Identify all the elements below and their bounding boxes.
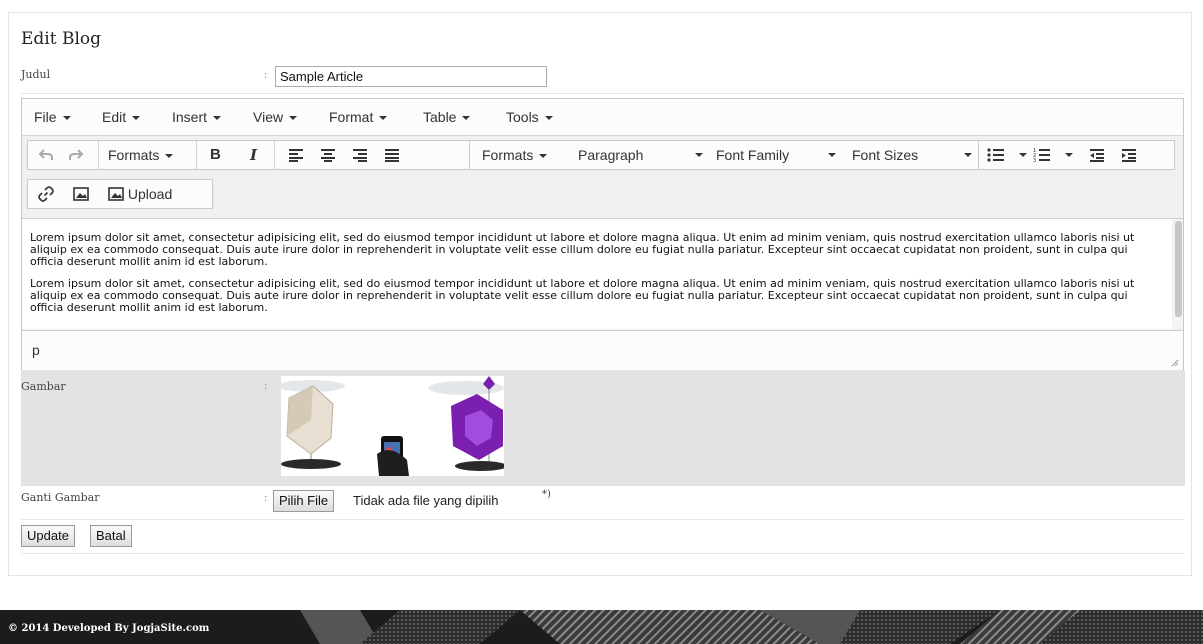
align-left-icon xyxy=(289,149,303,162)
ganti-gambar-label: Ganti Gambar xyxy=(21,491,100,504)
italic-button[interactable]: I xyxy=(250,141,257,169)
page-title: Edit Blog xyxy=(21,29,102,49)
divider xyxy=(21,553,1185,554)
menu-insert[interactable]: Insert xyxy=(172,109,222,125)
gambar-label: Gambar xyxy=(21,380,66,393)
update-button[interactable]: Update xyxy=(21,525,75,547)
bold-button[interactable]: B xyxy=(210,141,221,169)
required-note: *) xyxy=(542,489,551,500)
caret-down-icon xyxy=(1019,153,1027,157)
separator xyxy=(98,141,99,169)
redo-icon xyxy=(69,149,84,160)
caret-down-icon xyxy=(289,116,298,121)
caret-down-icon xyxy=(695,153,703,157)
resize-handle-icon[interactable] xyxy=(1171,359,1179,367)
judul-input[interactable] xyxy=(275,66,547,87)
content-scrollbar-thumb[interactable] xyxy=(1175,221,1182,317)
redo-button[interactable] xyxy=(68,141,90,169)
separator xyxy=(196,141,197,169)
editor-statusbar: p xyxy=(22,330,1183,371)
align-right-button[interactable] xyxy=(352,141,368,169)
content-paragraph: Lorem ipsum dolor sit amet, consectetur … xyxy=(30,231,1135,268)
caret-down-icon xyxy=(1065,153,1073,157)
outdent-icon xyxy=(1090,149,1104,162)
blog-image-preview xyxy=(281,376,504,476)
toolbar-group-insert: Upload xyxy=(27,179,213,209)
gambar-row: Gambar : xyxy=(21,370,1185,486)
lamp-photo xyxy=(281,376,504,476)
caret-down-icon xyxy=(379,116,388,121)
align-center-button[interactable] xyxy=(320,141,336,169)
editor-content-area[interactable]: Lorem ipsum dolor sit amet, consectetur … xyxy=(22,219,1172,329)
gambar-colon: : xyxy=(264,381,268,392)
indent-button[interactable] xyxy=(1121,141,1137,169)
formats-dropdown[interactable]: Formats xyxy=(108,141,174,169)
image-icon xyxy=(73,187,89,201)
numbered-list-icon: 123 xyxy=(1033,148,1050,164)
undo-button[interactable] xyxy=(38,141,60,169)
align-center-icon xyxy=(321,149,335,162)
bullet-list-icon xyxy=(987,148,1004,162)
footer-copyright: © 2014 Developed By JogjaSite.com xyxy=(8,623,210,634)
caret-down-icon xyxy=(539,154,548,159)
cancel-button[interactable]: Batal xyxy=(90,525,132,547)
font-sizes-dropdown[interactable]: Font Sizes xyxy=(852,141,972,169)
toolbar-group-main: Formats B I xyxy=(27,140,477,170)
indent-icon xyxy=(1122,149,1136,162)
upload-image-icon xyxy=(108,187,124,201)
judul-label: Judul xyxy=(21,68,51,81)
formats-dropdown-2[interactable]: Formats xyxy=(482,141,548,169)
align-left-button[interactable] xyxy=(288,141,304,169)
align-justify-icon xyxy=(385,149,399,162)
judul-colon: : xyxy=(264,70,268,81)
paragraph-dropdown[interactable]: Paragraph xyxy=(578,141,703,169)
caret-down-icon xyxy=(462,116,471,121)
toolbar-group-formatting: Formats Paragraph Font Family Font Sizes xyxy=(469,140,986,170)
bullet-list-button[interactable] xyxy=(987,141,1027,169)
caret-down-icon xyxy=(213,116,222,121)
outdent-button[interactable] xyxy=(1089,141,1105,169)
font-family-dropdown[interactable]: Font Family xyxy=(716,141,836,169)
link-icon xyxy=(38,186,54,202)
undo-icon xyxy=(38,149,53,160)
svg-text:3: 3 xyxy=(1033,158,1036,163)
no-file-chosen-text: Tidak ada file yang dipilih xyxy=(353,493,499,508)
content-paragraph: Lorem ipsum dolor sit amet, consectetur … xyxy=(30,277,1135,314)
link-button[interactable] xyxy=(38,180,54,208)
toolbar-group-lists: 123 xyxy=(978,140,1175,170)
upload-image-button[interactable]: Upload xyxy=(108,180,172,208)
numbered-list-button[interactable]: 123 xyxy=(1033,141,1073,169)
element-path[interactable]: p xyxy=(32,342,40,358)
choose-file-button[interactable]: Pilih File xyxy=(273,490,335,512)
image-button[interactable] xyxy=(73,180,89,208)
editor-menubar: File Edit Insert View Format Table Tools xyxy=(22,99,1183,136)
ganti-gambar-colon: : xyxy=(264,493,268,504)
caret-down-icon xyxy=(165,154,174,159)
separator xyxy=(274,141,275,169)
divider xyxy=(21,519,1185,520)
divider xyxy=(21,93,1185,94)
caret-down-icon xyxy=(62,116,71,121)
caret-down-icon xyxy=(828,153,836,157)
menu-view[interactable]: View xyxy=(253,109,298,125)
menu-file[interactable]: File xyxy=(34,109,71,125)
caret-down-icon xyxy=(964,153,972,157)
footer: © 2014 Developed By JogjaSite.com xyxy=(0,610,1203,644)
menu-tools[interactable]: Tools xyxy=(506,109,553,125)
align-justify-button[interactable] xyxy=(384,141,400,169)
editor-toolbar: Formats B I Formats Paragraph Font Famil… xyxy=(22,136,1183,219)
caret-down-icon xyxy=(544,116,553,121)
align-right-icon xyxy=(353,149,367,162)
rich-text-editor: File Edit Insert View Format Table Tools… xyxy=(21,98,1184,371)
menu-table[interactable]: Table xyxy=(423,109,471,125)
edit-blog-panel: Edit Blog Judul : File Edit Insert View … xyxy=(8,12,1192,576)
caret-down-icon xyxy=(132,116,141,121)
menu-format[interactable]: Format xyxy=(329,109,388,125)
menu-edit[interactable]: Edit xyxy=(102,109,141,125)
